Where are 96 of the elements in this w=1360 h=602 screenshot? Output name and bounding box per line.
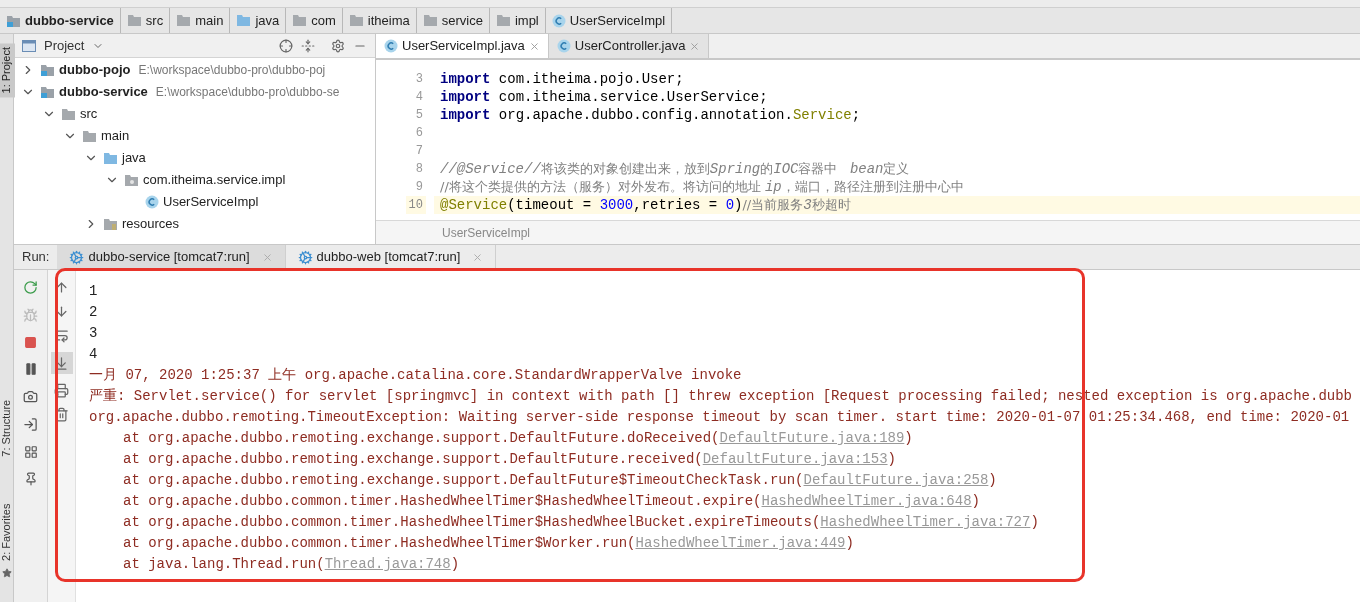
project-icon (22, 39, 36, 52)
folder-icon (82, 129, 97, 143)
tree-item[interactable]: resources (122, 214, 180, 234)
login-icon[interactable] (23, 417, 38, 432)
breadcrumb-item[interactable]: java (255, 10, 280, 31)
folder-icon (126, 14, 142, 27)
module-path: E:\workspace\dubbo-pro\dubbo-se (155, 84, 340, 101)
breadcrumb-item[interactable]: service (441, 10, 483, 31)
code-line: import com.itheima.pojo.User; (439, 70, 685, 88)
line-number: 5 (414, 107, 424, 124)
stack-frame: at org.apache.dubbo.remoting.exchange.support.DefaultFuture.received( (123, 449, 703, 470)
code-line: import com.itheima.service.UserService; (439, 88, 769, 106)
editor-tab[interactable]: UserServiceImpl.java (376, 34, 549, 58)
folder-icon (422, 14, 438, 27)
console-line: 3 (89, 325, 98, 341)
line-number: 8 (414, 161, 424, 178)
stack-frame: ) (988, 470, 997, 491)
class-icon (551, 13, 566, 28)
tool-window-tab[interactable]: 1: Project (0, 42, 15, 98)
run-tab[interactable]: dubbo-web [tomcat7:run] (285, 245, 497, 269)
run-tab[interactable]: dubbo-service [tomcat7:run] (57, 245, 286, 269)
module-icon (40, 63, 55, 77)
layout-icon[interactable] (23, 445, 38, 459)
tool-window-tab[interactable]: 7: Structure (0, 395, 15, 461)
folder-icon (103, 151, 118, 165)
stack-frame: ) (1030, 512, 1039, 533)
line-number: 6 (414, 125, 424, 142)
settings-icon[interactable] (331, 38, 345, 53)
breadcrumb-item[interactable]: itheima (367, 10, 410, 31)
code-line: import org.apache.dubbo.config.annotation.Service; (439, 106, 862, 124)
package-icon (124, 173, 139, 187)
stack-frame: ) (904, 428, 913, 449)
breadcrumb-item[interactable]: main (195, 10, 224, 31)
stack-frame: at org.apache.dubbo.remoting.exchange.support.DefaultFuture$TimeoutCheckTask.run( (123, 470, 804, 491)
editor-tab[interactable]: UserController.java (548, 34, 710, 58)
console-line: 1 (89, 283, 98, 299)
line-number: 7 (414, 143, 424, 160)
folder-icon (495, 14, 511, 27)
stack-frame: ) (971, 491, 980, 512)
tree-item[interactable]: src (80, 104, 98, 124)
line-number: 9 (414, 179, 424, 196)
stack-frame: ) (845, 533, 854, 554)
line-number: 10 (405, 196, 426, 214)
code-line: //将这个类提供的方法（服务）对外发布。将访问的地址 ip，端口，路径注册到注册中心中 (439, 178, 965, 196)
folder-icon (61, 107, 76, 121)
folder-icon (348, 14, 364, 27)
run-label: Run: (21, 248, 51, 267)
gear-icon (297, 249, 313, 265)
console-line: 4 (89, 346, 98, 362)
module-path: E:\workspace\dubbo-pro\dubbo-poj (138, 62, 326, 79)
locate-icon[interactable] (279, 38, 293, 53)
stack-frame: at org.apache.dubbo.common.timer.HashedWheelTimer$HashedWheelBucket.expireTimeouts( (123, 512, 821, 533)
module-icon (40, 85, 55, 99)
gear-icon (69, 249, 85, 265)
breadcrumb-item[interactable]: impl (514, 10, 539, 31)
stack-frame: at org.apache.dubbo.remoting.exchange.support.DefaultFuture.doReceived( (123, 428, 720, 449)
console-line: 2 (89, 304, 98, 320)
stop-icon[interactable] (24, 336, 37, 349)
module-icon (6, 13, 21, 28)
console-line: org.apache.dubbo.remoting.TimeoutException: Waiting server-side response timeout by scan timer. start time: 2020-01-07 01:25:34.468, end time: 2020-01 (89, 409, 1350, 425)
tree-item[interactable]: UserServiceImpl (163, 192, 259, 212)
camera-icon[interactable] (23, 389, 38, 404)
line-number: 4 (414, 89, 424, 106)
tree-item[interactable]: java (122, 148, 146, 168)
stack-frame: at java.lang.Thread.run( (123, 554, 325, 575)
breadcrumb-item[interactable]: src (145, 10, 164, 31)
console-line: 一月 07, 2020 1:25:37 上午 org.apache.catalina.core.StandardWrapperValve invoke (89, 367, 742, 383)
collapse-icon[interactable] (301, 38, 315, 53)
stack-frame: ) (887, 449, 896, 470)
tree-item[interactable]: com.itheima.service.impl (143, 170, 286, 190)
stack-frame: ) (450, 554, 460, 575)
class-icon (556, 39, 571, 53)
tool-window-tab[interactable]: 2: Favorites (0, 499, 15, 565)
folder-icon (103, 217, 118, 231)
pin-icon[interactable] (23, 472, 38, 486)
tree-item[interactable]: dubbo-pojo (59, 60, 131, 80)
code-line: //@Service//将该类的对象创建出来，放到Spring的IOC容器中 bean定义 (439, 160, 911, 178)
breadcrumb-item[interactable]: UserServiceImpl (569, 10, 666, 31)
class-icon (384, 39, 398, 53)
close-icon[interactable] (528, 40, 540, 52)
folder-icon (236, 14, 252, 27)
tree-item[interactable]: main (101, 126, 130, 146)
pause-icon[interactable] (23, 362, 38, 376)
star-icon[interactable] (1, 568, 12, 578)
stack-frame: at org.apache.dubbo.common.timer.HashedWheelTimer$Worker.run( (123, 533, 636, 554)
line-number: 3 (414, 71, 424, 88)
class-icon (145, 195, 159, 209)
rerun-icon[interactable] (23, 280, 38, 295)
tree-item[interactable]: dubbo-service (59, 82, 148, 102)
folder-icon (176, 14, 192, 27)
breadcrumb-item[interactable]: com (311, 10, 336, 31)
scroll-to-end-button[interactable] (50, 352, 73, 374)
panel-title[interactable]: Project (44, 35, 85, 56)
stack-frame: at org.apache.dubbo.common.timer.HashedWheelTimer$HashedWheelTimeout.expire( (123, 491, 762, 512)
breadcrumb-item[interactable]: dubbo-service (25, 10, 114, 31)
folder-icon (292, 14, 308, 27)
